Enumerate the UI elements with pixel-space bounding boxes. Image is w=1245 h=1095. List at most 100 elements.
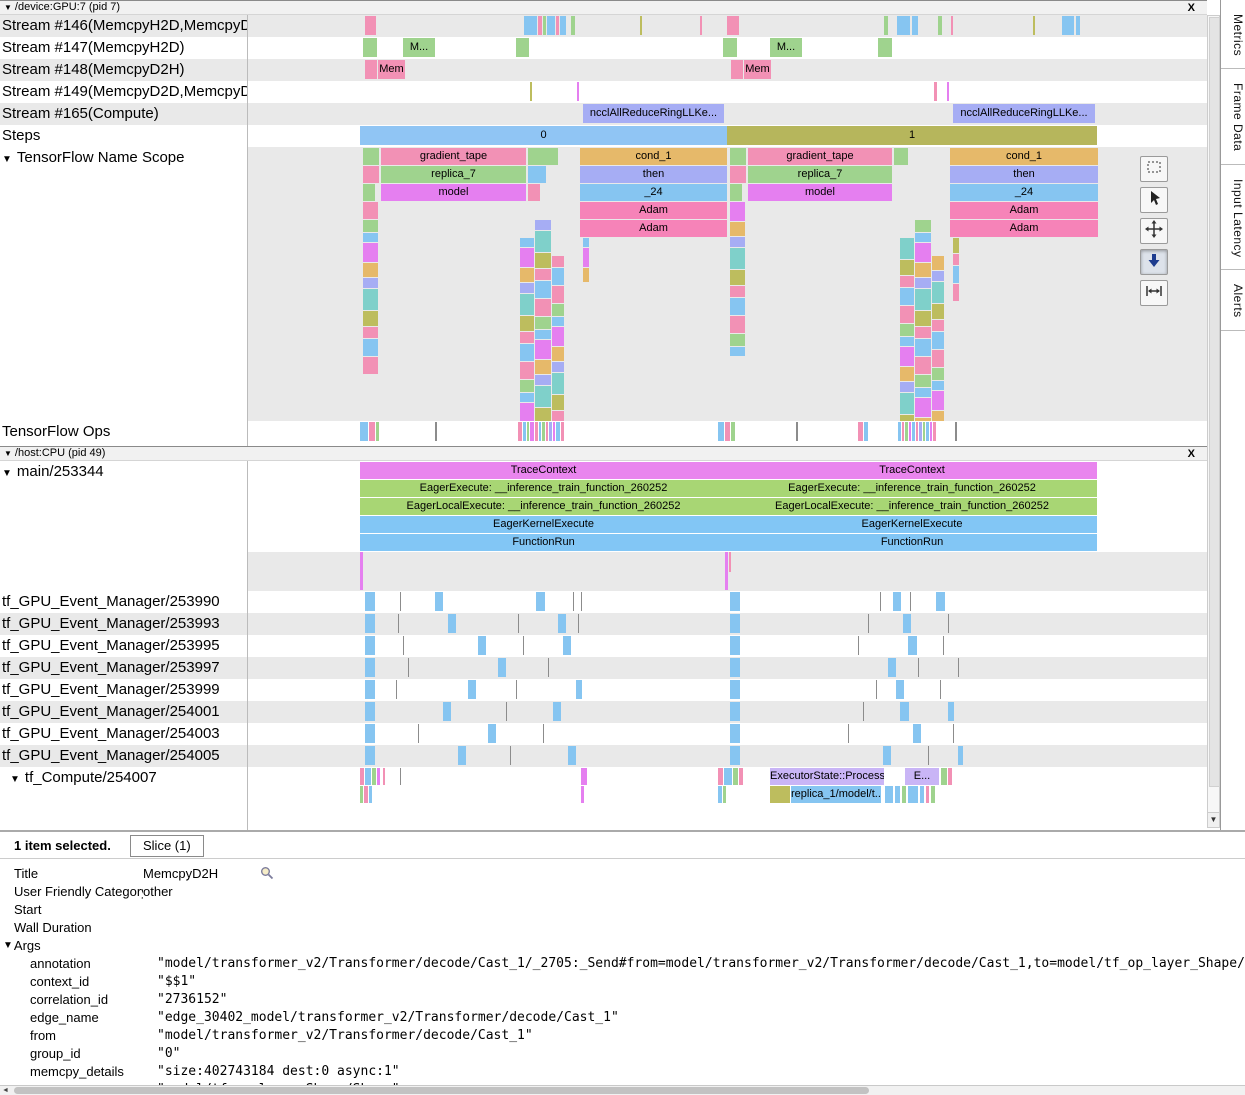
- trace-event-bar[interactable]: [543, 16, 546, 35]
- trace-event-bar[interactable]: [730, 680, 740, 699]
- tab-alerts[interactable]: Alerts: [1221, 270, 1245, 331]
- trace-event-bar[interactable]: [488, 724, 496, 743]
- trace-event-bar[interactable]: [880, 592, 881, 611]
- track-area[interactable]: [248, 745, 1207, 767]
- track-label[interactable]: tf_GPU_Event_Manager/253993: [0, 613, 248, 635]
- trace-event-bar[interactable]: [520, 332, 534, 343]
- trace-event-bar[interactable]: [403, 636, 404, 655]
- trace-event-bar[interactable]: [535, 360, 551, 374]
- trace-event-bar[interactable]: [552, 347, 564, 361]
- trace-event-bar[interactable]: [938, 16, 942, 35]
- trace-event-bar[interactable]: [363, 278, 378, 288]
- trace-event-bar[interactable]: [900, 260, 914, 275]
- trace-event-bar[interactable]: [912, 422, 915, 441]
- trace-event-bar[interactable]: [578, 614, 579, 633]
- trace-event-bar[interactable]: [932, 368, 944, 380]
- trace-event-bar[interactable]: [552, 373, 564, 394]
- trace-event-bar[interactable]: [365, 636, 375, 655]
- trace-event-bar[interactable]: [435, 422, 437, 441]
- trace-event-bar[interactable]: [516, 38, 529, 57]
- trace-event-bar[interactable]: [552, 362, 564, 372]
- track-label[interactable]: Stream #149(MemcpyD2D,MemcpyD2H): [0, 81, 248, 103]
- track-area[interactable]: [248, 723, 1207, 745]
- trace-event-bar[interactable]: [363, 243, 378, 262]
- trace-event-bar[interactable]: [915, 278, 931, 288]
- trace-event-bar[interactable]: [932, 350, 944, 367]
- trace-event-bar[interactable]: [900, 306, 914, 323]
- trace-event-functionrun[interactable]: FunctionRun: [727, 534, 1097, 551]
- track-area[interactable]: gradient_tapereplica_7modelcond_1then_24…: [248, 147, 1207, 421]
- selection-tool-button[interactable]: [1140, 156, 1168, 182]
- trace-event-bar[interactable]: [535, 386, 551, 407]
- collapse-icon[interactable]: ▼: [4, 449, 12, 458]
- trace-event-bar[interactable]: [905, 422, 908, 441]
- trace-event-bar[interactable]: [538, 16, 542, 35]
- trace-event-bar[interactable]: [535, 340, 551, 359]
- trace-event-bar[interactable]: [363, 311, 378, 326]
- trace-event-bar[interactable]: [730, 184, 742, 201]
- trace-event-bar[interactable]: [524, 16, 537, 35]
- trace-event-bar[interactable]: [552, 317, 564, 326]
- vertical-scrollbar-thumb[interactable]: [1209, 17, 1220, 787]
- trace-event-bar[interactable]: [928, 746, 929, 765]
- trace-event-bar[interactable]: [498, 658, 506, 677]
- magnifier-icon[interactable]: [260, 866, 274, 880]
- trace-event-bar[interactable]: [730, 286, 745, 297]
- trace-event-bar[interactable]: [900, 276, 914, 287]
- trace-event-bar[interactable]: [733, 768, 738, 785]
- trace-event-bar[interactable]: [731, 422, 735, 441]
- track-area[interactable]: ncclAllReduceRingLLKe...ncclAllReduceRin…: [248, 103, 1207, 125]
- trace-event-adam[interactable]: Adam: [580, 202, 727, 219]
- trace-event-bar[interactable]: [360, 422, 368, 441]
- trace-event-bar[interactable]: [893, 592, 901, 611]
- trace-event-bar[interactable]: [915, 357, 931, 374]
- trace-event-ncclallreduceringllke[interactable]: ncclAllReduceRingLLKe...: [583, 104, 724, 123]
- tab-frame-data[interactable]: Frame Data: [1221, 69, 1245, 164]
- trace-event-bar[interactable]: [365, 60, 377, 79]
- trace-event-bar[interactable]: [418, 724, 419, 743]
- vertical-scrollbar[interactable]: ▼: [1207, 15, 1220, 828]
- collapse-icon[interactable]: ▼: [4, 3, 12, 12]
- trace-event-replica-1-model-t[interactable]: replica_1/model/t...: [791, 786, 881, 803]
- trace-event-24[interactable]: _24: [950, 184, 1098, 201]
- trace-event-bar[interactable]: [581, 786, 584, 803]
- trace-event-bar[interactable]: [894, 148, 908, 165]
- trace-event-bar[interactable]: [727, 16, 739, 35]
- trace-event-bar[interactable]: [919, 422, 922, 441]
- trace-event-bar[interactable]: [730, 148, 746, 165]
- trace-event-bar[interactable]: [900, 382, 914, 392]
- trace-event-model[interactable]: model: [748, 184, 892, 201]
- trace-event-bar[interactable]: [902, 786, 906, 803]
- trace-event-bar[interactable]: [898, 422, 901, 441]
- trace-event-bar[interactable]: [947, 82, 949, 101]
- trace-event-mem[interactable]: Mem: [378, 60, 405, 79]
- trace-event-bar[interactable]: [948, 768, 952, 785]
- trace-event-bar[interactable]: [369, 786, 372, 803]
- trace-event-bar[interactable]: [858, 636, 859, 655]
- trace-event-bar[interactable]: [365, 592, 375, 611]
- trace-event-bar[interactable]: [556, 422, 560, 441]
- trace-event-bar[interactable]: [543, 724, 544, 743]
- trace-event-bar[interactable]: [552, 256, 564, 267]
- trace-event-bar[interactable]: [900, 702, 909, 721]
- trace-event-bar[interactable]: [730, 724, 740, 743]
- trace-event-bar[interactable]: [878, 38, 892, 57]
- trace-event-bar[interactable]: [535, 422, 538, 441]
- track-area[interactable]: [248, 679, 1207, 701]
- trace-event-bar[interactable]: [932, 256, 944, 270]
- trace-event-bar[interactable]: [363, 339, 378, 356]
- trace-event-bar[interactable]: [900, 288, 914, 305]
- trace-event-bar[interactable]: [883, 746, 891, 765]
- trace-event-bar[interactable]: [730, 166, 746, 183]
- track-label[interactable]: Stream #147(MemcpyH2D): [0, 37, 248, 59]
- track-area[interactable]: M...M...: [248, 37, 1207, 59]
- trace-event-eagerkernelexecute[interactable]: EagerKernelExecute: [727, 516, 1097, 533]
- trace-event-bar[interactable]: [583, 248, 589, 267]
- trace-event-bar[interactable]: [730, 334, 745, 346]
- scroll-left-arrow-icon[interactable]: ◄: [2, 1086, 9, 1095]
- trace-event-bar[interactable]: [885, 786, 893, 803]
- trace-event-bar[interactable]: [730, 248, 745, 269]
- trace-event-bar[interactable]: [458, 746, 466, 765]
- trace-event-then[interactable]: then: [580, 166, 727, 183]
- expander-icon[interactable]: ▼: [2, 154, 12, 165]
